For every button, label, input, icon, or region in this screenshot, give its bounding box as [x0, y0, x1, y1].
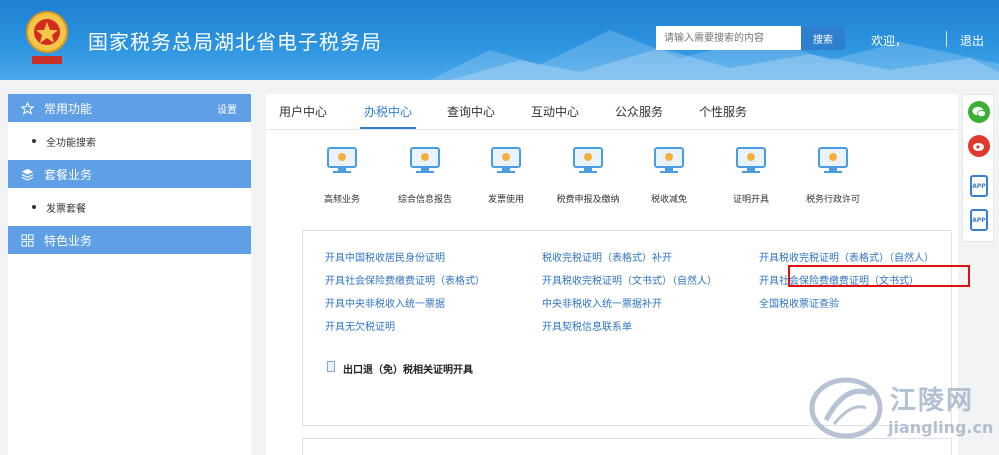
sidebar-section-featured[interactable]: 特色业务 — [8, 226, 251, 254]
app-download-icon[interactable]: APP — [970, 175, 988, 197]
func-label: 高频业务 — [323, 195, 360, 205]
star-icon — [20, 101, 34, 115]
monitor-icon — [327, 147, 357, 173]
func-label: 税费申报及缴纳 — [556, 195, 620, 205]
func-admin-license[interactable]: 税务行政许可 — [795, 146, 871, 205]
monitor-icon — [736, 147, 766, 173]
app-mobile-icon[interactable]: APP — [970, 209, 988, 231]
link-tax-paid-table-reissue[interactable]: 税收完税证明（表格式）补开 — [542, 249, 672, 264]
active-tab-indicator — [360, 127, 416, 129]
site-watermark: 江陵网 jiangling.cn — [806, 372, 996, 450]
func-invoice-use[interactable]: 发票使用 — [468, 146, 544, 205]
tab-public-service[interactable]: 公众服务 — [615, 103, 663, 120]
func-label: 证明开具 — [732, 195, 769, 205]
site-title: 国家税务总局湖北省电子税务局 — [88, 30, 382, 54]
func-tax-declare-pay[interactable]: 税费申报及缴纳 — [550, 146, 626, 205]
search-button[interactable]: 搜索 — [801, 26, 845, 50]
tab-bar: 用户中心 办税中心 查询中心 互动中心 公众服务 个性服务 — [266, 94, 958, 130]
func-label: 发票使用 — [487, 195, 524, 205]
header-divider — [946, 31, 947, 47]
sidebar-item-label: 全功能搜索 — [46, 137, 96, 149]
bullet-icon — [32, 139, 36, 143]
link-social-insurance-table[interactable]: 开具社会保险费缴费证明（表格式） — [325, 272, 485, 287]
watermark-url: jiangling.cn — [888, 418, 994, 437]
sidebar-section-label: 特色业务 — [44, 233, 93, 248]
document-icon — [327, 361, 335, 372]
settings-link[interactable]: 设置 — [217, 101, 237, 116]
tab-tax-center[interactable]: 办税中心 — [364, 103, 412, 120]
search-input[interactable] — [656, 26, 801, 50]
layers-icon — [20, 167, 34, 181]
sidebar-item-invoice-package[interactable]: 发票套餐 — [8, 188, 251, 226]
link-tax-paid-table-person[interactable]: 开具税收完税证明（表格式）（自然人） — [759, 249, 934, 264]
watermark-logo-icon — [809, 377, 883, 439]
monitor-icon — [573, 147, 603, 173]
func-high-frequency[interactable]: 高频业务 — [304, 146, 380, 205]
tax-emblem-logo — [26, 11, 68, 64]
highlight-box — [788, 265, 970, 287]
tab-query-center[interactable]: 查询中心 — [447, 103, 495, 120]
link-tax-receipt-verify[interactable]: 全国税收票证查验 — [759, 295, 839, 310]
link-tax-paid-document-person[interactable]: 开具税收完税证明（文书式）（自然人） — [542, 272, 717, 287]
tab-user-center[interactable]: 用户中心 — [279, 103, 327, 120]
export-refund-section[interactable]: 出口退（免）税相关证明开具 — [343, 361, 473, 376]
floating-toolbar: APP APP — [962, 94, 994, 242]
sidebar: 常用功能 设置 全功能搜索 套餐业务 发票套餐 特色业务 — [8, 94, 251, 455]
monitor-icon — [491, 147, 521, 173]
tab-personal-service[interactable]: 个性服务 — [699, 103, 747, 120]
welcome-text: 欢迎， — [871, 34, 908, 48]
watermark-name: 江陵网 — [890, 386, 975, 416]
link-central-nontax-receipt[interactable]: 开具中央非税收入统一票据 — [325, 295, 445, 310]
sidebar-item-label: 发票套餐 — [46, 203, 86, 215]
grid-icon — [20, 233, 34, 247]
top-banner: 国家税务总局湖北省电子税务局 搜索 欢迎， 退出 — [0, 0, 999, 80]
func-tax-reduction[interactable]: 税收减免 — [631, 146, 707, 205]
link-residency-cert[interactable]: 开具中国税收居民身份证明 — [325, 249, 445, 264]
monitor-icon — [818, 147, 848, 173]
bullet-icon — [32, 205, 36, 209]
func-label: 税务行政许可 — [805, 195, 860, 205]
weibo-icon[interactable] — [968, 135, 990, 157]
sidebar-section-common[interactable]: 常用功能 设置 — [8, 94, 251, 122]
func-label: 税收减免 — [650, 195, 687, 205]
link-nontax-receipt-reissue[interactable]: 中央非税收入统一票据补开 — [542, 295, 662, 310]
func-info-report[interactable]: 综合信息报告 — [387, 146, 463, 205]
monitor-icon — [654, 147, 684, 173]
monitor-icon — [410, 147, 440, 173]
sidebar-section-package[interactable]: 套餐业务 — [8, 160, 251, 188]
logout-link[interactable]: 退出 — [960, 32, 984, 49]
func-certificate-issue[interactable]: 证明开具 — [713, 146, 789, 205]
wechat-icon[interactable] — [968, 101, 990, 123]
tab-interaction-center[interactable]: 互动中心 — [531, 103, 579, 120]
sidebar-section-label: 常用功能 — [44, 101, 93, 116]
sidebar-item-full-search[interactable]: 全功能搜索 — [8, 122, 251, 160]
link-deed-tax-contact[interactable]: 开具契税信息联系单 — [542, 318, 632, 333]
link-no-arrears-cert[interactable]: 开具无欠税证明 — [325, 318, 395, 333]
sidebar-section-label: 套餐业务 — [44, 167, 93, 182]
func-label: 综合信息报告 — [397, 195, 452, 205]
